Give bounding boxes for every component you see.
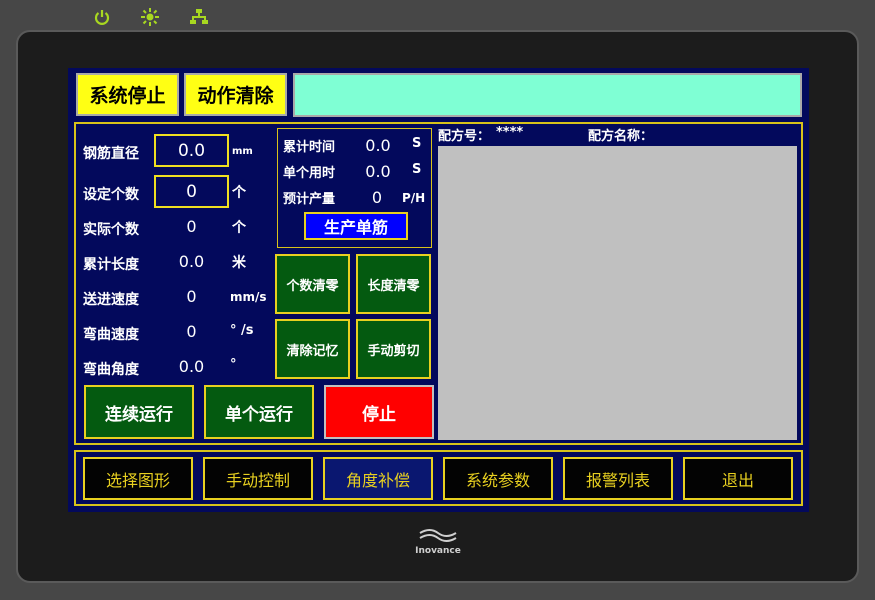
message-bar	[293, 73, 802, 117]
bend-speed-label: 弯曲速度	[83, 327, 139, 343]
recipe-name-label: 配方名称：	[588, 129, 654, 144]
total-time-unit: S	[412, 136, 422, 151]
action-clear-button[interactable]: 动作清除	[184, 73, 287, 116]
bend-angle-unit: °	[230, 357, 237, 372]
set-count-label: 设定个数	[83, 187, 139, 203]
produce-single-rebar-button[interactable]: 生产单筋	[304, 212, 408, 240]
system-stop-button[interactable]: 系统停止	[76, 73, 179, 116]
rebar-diameter-input[interactable]: 0.0	[154, 134, 229, 167]
nav-manual-control[interactable]: 手动控制	[203, 457, 313, 500]
single-time-label: 单个用时	[283, 166, 336, 181]
expected-output-unit: P/H	[402, 191, 426, 205]
network-icon	[190, 9, 208, 24]
actual-count-unit: 个	[232, 220, 246, 236]
bend-speed-value: 0	[186, 322, 197, 341]
recipe-shape-preview[interactable]	[438, 146, 797, 440]
bend-angle-value: 0.0	[178, 357, 205, 376]
actual-count-value: 0	[186, 217, 197, 236]
feed-speed-value: 0	[186, 287, 197, 306]
manual-cut-button[interactable]: 手动剪切	[356, 319, 431, 379]
feed-speed-label: 送进速度	[83, 292, 139, 308]
memory-clear-button[interactable]: 清除记忆	[275, 319, 350, 379]
total-length-unit: 米	[232, 255, 246, 271]
single-time-value: 0.0	[365, 162, 391, 181]
set-count-input[interactable]: 0	[154, 175, 229, 208]
actual-count-label: 实际个数	[83, 222, 139, 238]
rebar-diameter-unit: mm	[232, 146, 253, 157]
stop-button[interactable]: 停止	[324, 385, 434, 439]
inovance-logo-icon	[419, 529, 457, 542]
total-time-label: 累计时间	[283, 140, 336, 155]
expected-output-label: 预计产量	[283, 192, 336, 207]
recipe-number-label: 配方号：	[438, 129, 491, 144]
count-clear-button[interactable]: 个数清零	[275, 254, 350, 314]
brand-logo-text: Inovance	[415, 546, 461, 556]
nav-select-shape[interactable]: 选择图形	[83, 457, 193, 500]
recipe-number-value: ****	[496, 125, 524, 140]
total-length-label: 累计长度	[83, 257, 139, 273]
rebar-diameter-label: 钢筋直径	[83, 146, 139, 162]
set-count-unit: 个	[232, 185, 246, 201]
length-clear-button[interactable]: 长度清零	[356, 254, 431, 314]
nav-exit[interactable]: 退出	[683, 457, 793, 500]
single-run-button[interactable]: 单个运行	[204, 385, 314, 439]
hmi-screen: 系统停止 动作清除 钢筋直径 设定个数 实际个数 累计长度 送进速度 弯曲速度 …	[68, 68, 809, 512]
single-time-unit: S	[412, 162, 422, 177]
expected-output-value: 0	[371, 188, 383, 207]
bend-speed-unit: ° /s	[230, 323, 254, 338]
bend-angle-label: 弯曲角度	[83, 362, 139, 378]
continuous-run-button[interactable]: 连续运行	[84, 385, 194, 439]
power-icon	[94, 10, 110, 25]
total-time-value: 0.0	[365, 136, 391, 155]
nav-angle-compensation[interactable]: 角度补偿	[323, 457, 433, 500]
feed-speed-unit: mm/s	[230, 290, 267, 304]
sun-icon	[141, 8, 159, 26]
nav-system-parameters[interactable]: 系统参数	[443, 457, 553, 500]
nav-alarm-list[interactable]: 报警列表	[563, 457, 673, 500]
total-length-value: 0.0	[178, 252, 205, 271]
